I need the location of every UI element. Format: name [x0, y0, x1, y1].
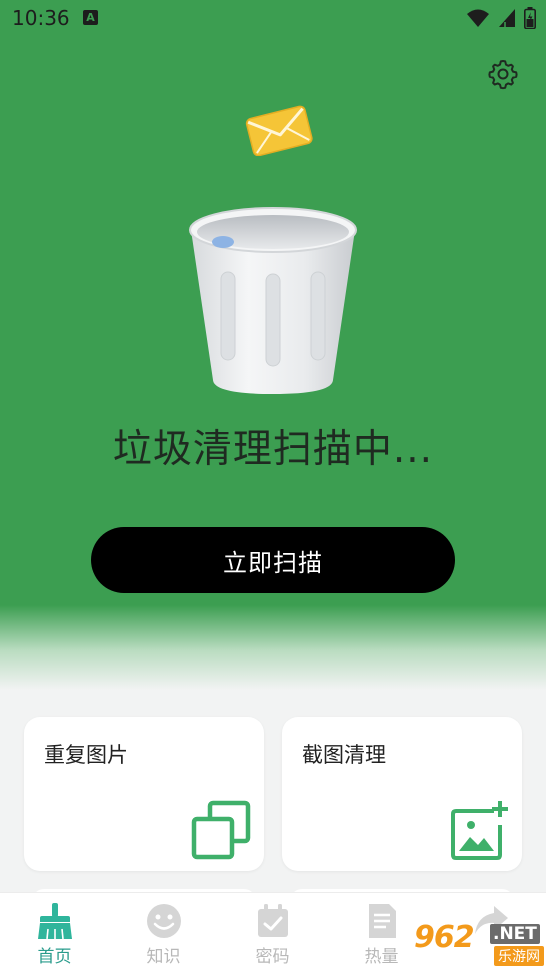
- tab-password[interactable]: 密码: [218, 893, 327, 970]
- scan-status-text: 垃圾清理扫描中...: [112, 427, 434, 472]
- wifi-icon: [467, 9, 489, 27]
- document-icon: [369, 904, 396, 938]
- card-title: 截图清理: [302, 743, 386, 767]
- broom-icon: [38, 903, 72, 940]
- smile-icon: [147, 904, 181, 938]
- calendar-check-icon: [258, 904, 288, 937]
- battery-icon: [524, 7, 536, 29]
- card-title: 重复图片: [44, 743, 128, 767]
- trash-can-icon: [189, 207, 357, 394]
- envelope-icon: [245, 105, 313, 156]
- screenshot-clean-card[interactable]: 截图清理: [282, 717, 522, 871]
- screenshot-clean-icon: [451, 801, 508, 860]
- watermark-suffix: .NET: [490, 924, 540, 944]
- status-bar: 10:36 A: [0, 0, 546, 36]
- site-watermark: 962 .NET 乐游网: [414, 920, 546, 970]
- duplicate-images-card[interactable]: 重复图片: [24, 717, 264, 871]
- hero-section: 10:36 A 垃圾清理扫描中... 立即扫描: [0, 0, 546, 690]
- status-time: 10:36: [12, 6, 70, 30]
- notification-icon: A: [83, 10, 98, 25]
- tab-label: 密码: [255, 947, 290, 967]
- gear-icon: [488, 60, 518, 90]
- status-icons: [466, 7, 536, 29]
- signal-icon: [499, 9, 515, 27]
- tab-home[interactable]: 首页: [0, 893, 109, 970]
- watermark-brand: 962: [414, 920, 475, 955]
- watermark-subtitle: 乐游网: [494, 946, 544, 966]
- tab-label: 首页: [37, 947, 72, 967]
- scan-now-button[interactable]: 立即扫描: [91, 527, 455, 593]
- tab-knowledge[interactable]: 知识: [109, 893, 218, 970]
- tab-label: 知识: [146, 947, 181, 967]
- duplicate-images-icon: [191, 800, 251, 860]
- settings-button[interactable]: [487, 58, 519, 90]
